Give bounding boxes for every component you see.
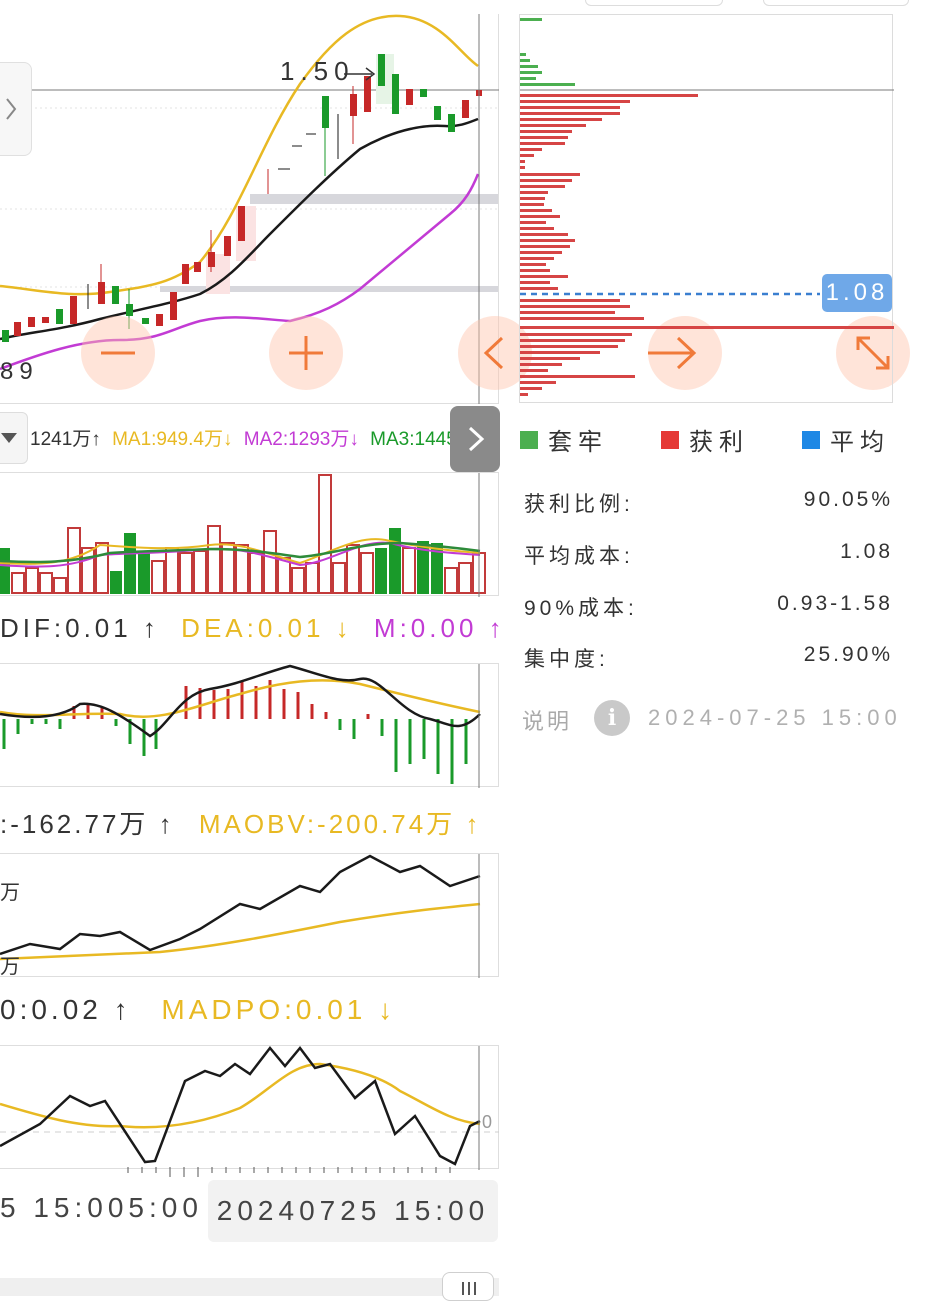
volume-dropdown[interactable] bbox=[0, 412, 28, 464]
legend-trapped-label: 套牢 bbox=[548, 429, 608, 456]
time-axis-left-label: 5 15:005:00 bbox=[0, 1192, 203, 1223]
info-icon[interactable]: i bbox=[594, 700, 630, 736]
dpo-zero-label: 0 bbox=[482, 1112, 493, 1132]
legend-average-swatch bbox=[802, 430, 820, 449]
chevron-right-icon bbox=[468, 426, 485, 452]
avg-cost-value: 1.08 bbox=[840, 540, 893, 563]
legend-profit-label: 获利 bbox=[689, 429, 749, 456]
left-price-label: 89 bbox=[0, 358, 39, 385]
legend-average-label: 平均 bbox=[830, 429, 890, 456]
legend-average: 平均 bbox=[802, 422, 890, 457]
legend-trapped: 套牢 bbox=[520, 422, 608, 457]
vol-value: 1241万↑ bbox=[30, 429, 101, 450]
dpo-value: 0:0.02 ↑ bbox=[0, 994, 132, 1025]
legend-profit-swatch bbox=[661, 430, 679, 449]
price-callout-label: 1.50 bbox=[280, 56, 355, 86]
kline-chart bbox=[0, 14, 499, 404]
volume-chart bbox=[0, 473, 486, 597]
cost-distribution-bars bbox=[520, 18, 894, 396]
obv-legend: :-162.77万 ↑ MAOBV:-200.74万 ↑ bbox=[0, 804, 481, 841]
dea-value: DEA:0.01 ↓ bbox=[181, 613, 353, 643]
avg-cost-tag: 1.08 bbox=[822, 274, 892, 312]
minus-icon bbox=[101, 351, 135, 355]
time-axis-ticks bbox=[127, 1167, 451, 1177]
concentration-value: 25.90% bbox=[803, 643, 893, 666]
kline-panel[interactable]: 1.50 89 bbox=[0, 14, 499, 404]
grip-icon bbox=[462, 1282, 476, 1295]
plus-icon bbox=[289, 336, 323, 370]
maobv-value: MAOBV:-200.74万 ↑ bbox=[198, 809, 482, 839]
macd-chart bbox=[0, 664, 481, 788]
cost-distribution-chart[interactable] bbox=[519, 14, 894, 403]
toggle-distribution-button[interactable] bbox=[450, 406, 500, 472]
obv-tick-lower: 万 bbox=[0, 956, 20, 978]
dpo-panel[interactable]: 0 bbox=[0, 1045, 499, 1170]
note-timestamp: 2024-07-25 15:00 bbox=[648, 705, 902, 730]
concentration-label: 集中度: bbox=[524, 648, 609, 671]
dpo-legend: 0:0.02 ↑ MADPO:0.01 ↓ bbox=[0, 994, 396, 1026]
ma2-value: MA2:1293万↓ bbox=[243, 429, 359, 450]
scrollbar-handle[interactable] bbox=[442, 1272, 494, 1301]
obv-panel[interactable]: 万 万 bbox=[0, 853, 499, 978]
m-value: M:0.00 ↑ bbox=[373, 613, 506, 643]
cost-90-value: 0.93-1.58 bbox=[777, 592, 893, 615]
dif-value: DIF:0.01 ↑ bbox=[0, 613, 160, 643]
ma-legend: 1241万↑ MA1:949.4万↓ MA2:1293万↓ MA3:1445万↓ bbox=[30, 424, 485, 451]
obv-value: :-162.77万 ↑ bbox=[0, 809, 175, 839]
avg-cost-label: 平均成本: bbox=[524, 545, 634, 568]
profit-ratio-label: 获利比例: bbox=[524, 493, 634, 516]
madpo-value: MADPO:0.01 ↓ bbox=[161, 994, 397, 1025]
zoom-out-button[interactable] bbox=[81, 316, 155, 390]
obv-chart bbox=[0, 854, 481, 978]
dpo-chart bbox=[0, 1045, 499, 1170]
caret-down-icon bbox=[1, 433, 17, 443]
chevron-right-icon bbox=[6, 98, 17, 120]
cost-90-label: 90%成本: bbox=[524, 597, 638, 620]
top-segment-2[interactable] bbox=[763, 0, 909, 6]
macd-legend: DIF:0.01 ↑ DEA:0.01 ↓ M:0.00 ↑ bbox=[0, 613, 506, 644]
macd-panel[interactable] bbox=[0, 663, 499, 788]
profit-ratio-value: 90.05% bbox=[803, 488, 893, 511]
note-label[interactable]: 说明 bbox=[522, 704, 572, 736]
obv-tick-upper: 万 bbox=[0, 882, 20, 904]
legend-trapped-swatch bbox=[520, 430, 538, 449]
legend-profit: 获利 bbox=[661, 422, 749, 457]
ma1-value: MA1:949.4万↓ bbox=[112, 429, 233, 450]
volume-panel[interactable] bbox=[0, 472, 499, 597]
left-expand-tab[interactable] bbox=[0, 62, 32, 156]
horizontal-scrollbar[interactable] bbox=[0, 1278, 499, 1296]
top-segment-1[interactable] bbox=[585, 0, 723, 6]
time-axis-current-label: 20240725 15:00 bbox=[208, 1180, 498, 1242]
zoom-in-button[interactable] bbox=[269, 316, 343, 390]
